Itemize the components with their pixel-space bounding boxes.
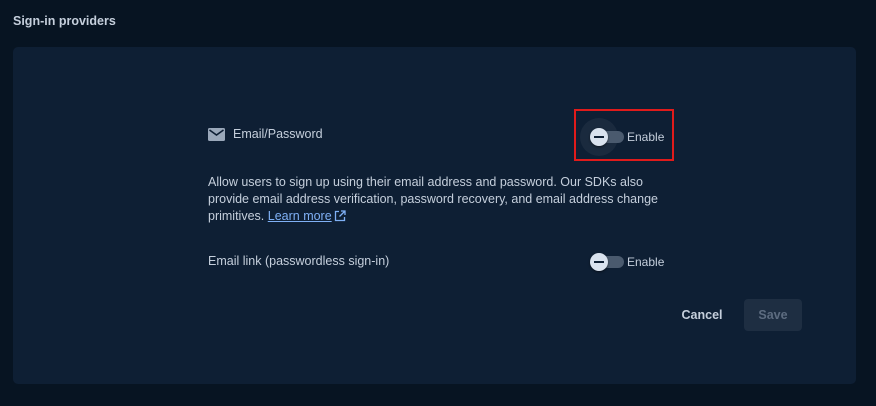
learn-more-label[interactable]: Learn more [268, 209, 332, 223]
enable-toggle-email-link[interactable]: Enable [590, 253, 665, 271]
toggle-knob[interactable] [590, 253, 608, 271]
page: Sign-in providers Email/Password Enable … [0, 0, 876, 406]
toggle-switch[interactable] [590, 253, 624, 271]
provider-description: Allow users to sign up using their email… [208, 174, 678, 227]
save-button[interactable]: Save [744, 299, 802, 331]
highlight-box [574, 109, 674, 161]
provider-email-link: Email link (passwordless sign-in) [208, 254, 389, 268]
toggle-label: Enable [627, 255, 665, 269]
provider-label-email-password: Email/Password [233, 127, 323, 141]
mail-icon [208, 127, 225, 141]
cancel-button[interactable]: Cancel [668, 299, 736, 331]
external-link-icon[interactable] [334, 210, 346, 227]
section-title: Sign-in providers [13, 14, 116, 28]
provider-label-email-link: Email link (passwordless sign-in) [208, 254, 390, 268]
provider-email-password: Email/Password [208, 127, 323, 141]
learn-more-link[interactable]: Learn more [268, 209, 346, 223]
